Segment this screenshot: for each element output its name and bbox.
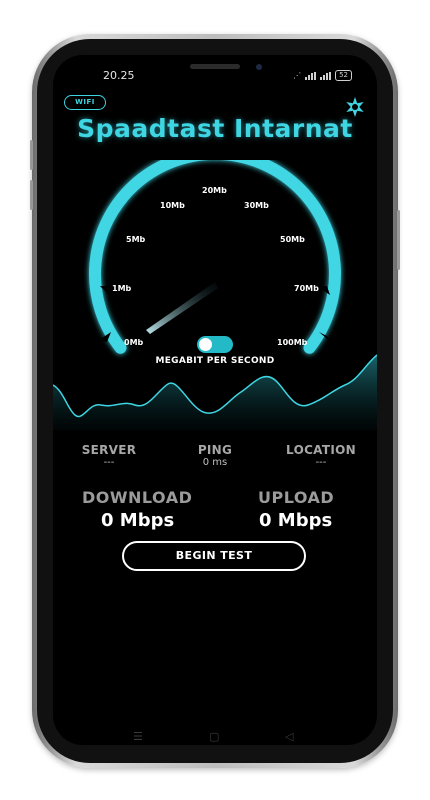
tick-label-0: 0Mb bbox=[124, 338, 144, 347]
location-label: LOCATION bbox=[286, 443, 356, 457]
tick-label-100: 100Mb bbox=[277, 338, 308, 347]
tick-label-30: 30Mb bbox=[244, 201, 269, 210]
volume-up-button bbox=[30, 140, 33, 170]
tick-label-70: 70Mb bbox=[294, 284, 319, 293]
ping-stat: PING 0 ms bbox=[190, 443, 240, 468]
download-label: DOWNLOAD bbox=[82, 488, 193, 507]
home-icon[interactable]: ▢ bbox=[209, 730, 219, 743]
server-label: SERVER bbox=[81, 443, 137, 457]
network-type-badge[interactable]: WIFI bbox=[64, 95, 106, 110]
tick-label-50: 50Mb bbox=[280, 235, 305, 244]
wifi-status-icon: ⋰ bbox=[293, 71, 302, 80]
status-icons: ⋰ 52 bbox=[293, 70, 352, 81]
volume-down-button bbox=[30, 180, 33, 210]
tick-label-5: 5Mb bbox=[126, 235, 146, 244]
upload-value: 0 Mbps bbox=[259, 510, 333, 531]
begin-test-button[interactable]: BEGIN TEST bbox=[122, 541, 306, 571]
location-stat: LOCATION --- bbox=[286, 443, 356, 468]
power-button bbox=[397, 210, 400, 270]
navigation-bar: ☰ ▢ ◁ bbox=[53, 728, 377, 748]
tick-label-20: 20Mb bbox=[202, 186, 227, 195]
status-time: 20.25 bbox=[103, 69, 135, 82]
ping-value: 0 ms bbox=[202, 457, 228, 468]
app-title: Spaadtast Intarnat bbox=[77, 114, 353, 143]
tick-label-1: 1Mb bbox=[112, 284, 132, 293]
menu-icon[interactable]: ☰ bbox=[133, 730, 143, 743]
battery-icon: 52 bbox=[335, 70, 352, 81]
download-value: 0 Mbps bbox=[101, 510, 175, 531]
upload-label: UPLOAD bbox=[258, 488, 335, 507]
gauge-needle bbox=[146, 282, 218, 334]
signal-icon-2 bbox=[320, 71, 332, 80]
server-value: --- bbox=[103, 457, 115, 468]
signal-wave-graph bbox=[53, 354, 377, 430]
location-value: --- bbox=[315, 457, 327, 468]
signal-icon bbox=[305, 71, 317, 80]
tick-label-10: 10Mb bbox=[160, 201, 185, 210]
gauge-tick-marks bbox=[99, 178, 331, 342]
server-stat: SERVER --- bbox=[78, 443, 140, 468]
front-camera bbox=[256, 64, 262, 70]
ping-label: PING bbox=[197, 443, 233, 457]
back-icon[interactable]: ◁ bbox=[285, 730, 293, 743]
earpiece-speaker bbox=[190, 64, 240, 69]
